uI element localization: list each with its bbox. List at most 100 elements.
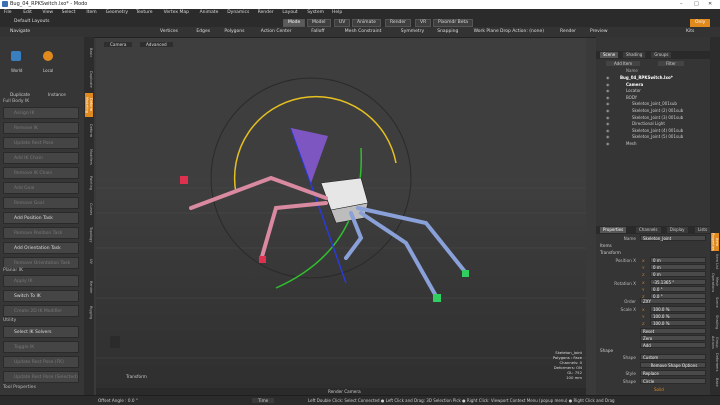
tool-remove-goal[interactable]: Remove Goal [3,197,79,209]
visibility-eye-icon[interactable]: ◉ [606,101,610,107]
visibility-eye-icon[interactable]: ◉ [606,108,610,114]
menu-item-system[interactable]: System [307,10,324,15]
vtab-painting[interactable]: Painting [85,171,93,195]
rotation-x-field[interactable]: -35.1365 ° [650,279,706,285]
tab-animate[interactable]: Animate [352,19,381,27]
menu-item-animate[interactable]: Animate [200,10,219,15]
visibility-eye-icon[interactable]: ◉ [606,75,610,81]
tool-add-position-task[interactable]: Add Position Task [3,212,79,224]
tool-add-goal[interactable]: Add Goal [3,182,79,194]
vtab-topology[interactable]: Topology [85,223,93,247]
close-button[interactable]: ✕ [708,1,712,7]
preview-button[interactable]: Preview [590,29,608,35]
position-x-field[interactable]: 0 m [650,257,706,263]
ik-goal-green-1[interactable] [462,270,469,277]
scene-tree-item[interactable]: Skeleton_Joint (2) 001sub ◉ [606,108,720,114]
scene-tab-shading[interactable]: Shading [623,52,646,58]
tool-select-ik-solvers[interactable]: Select IK Solvers [3,326,79,338]
scale-x-field[interactable]: 100.0 % [650,306,706,312]
visibility-eye-icon[interactable]: ◉ [606,128,610,134]
solid-checkbox[interactable]: Solid [654,387,664,392]
toolbar-edges[interactable]: Edges [196,29,210,35]
visibility-eye-icon[interactable]: ◉ [606,134,610,140]
prop-tab-lists[interactable]: Lists [695,227,711,233]
scale-z-field[interactable]: 100.0 % [650,320,706,326]
scene-tab-scene[interactable]: Scene [600,52,619,58]
transform-widget-icon[interactable] [110,336,120,348]
tab-mode[interactable]: Mode [283,19,306,27]
add-item-button[interactable]: Add Item [606,61,641,66]
menu-item-item[interactable]: Item [86,10,96,15]
tab-model[interactable]: Model [307,19,331,27]
vtab-deform-modeling[interactable]: Deform Modeling [85,93,93,117]
order-select[interactable]: ZXY [640,298,706,304]
shape-select[interactable]: Custom [640,354,706,360]
prop-tab-display[interactable]: Display [666,227,688,233]
menu-item-layout[interactable]: Layout [282,10,297,15]
scene-tree-item[interactable]: Camera ◉ [606,82,720,88]
name-field[interactable]: Skeleton_Joint [640,235,706,241]
toolbar-snapping[interactable]: Snapping [437,29,458,35]
tab-render[interactable]: Render [385,19,412,27]
menu-item-render[interactable]: Render [258,10,274,15]
vtab-uv[interactable]: UV [85,249,93,273]
camera-select[interactable]: Camera [104,42,133,47]
scene-tree-item[interactable]: Skeleton_Joint_001sub ◉ [606,101,720,107]
only-button[interactable]: Only [690,19,711,27]
position-z-field[interactable]: 0 m [650,271,706,277]
scene-tree-item[interactable]: Bug_04_RPKSwitch.lxo* ◉ [606,75,720,81]
add-button[interactable]: Add [640,342,706,348]
instance-toggle[interactable]: Instance [48,92,66,97]
vtab-modifiers[interactable]: Modifiers [85,145,93,169]
prop-tab-properties[interactable]: Properties [600,227,627,233]
filter-button[interactable]: Filter [658,61,684,66]
right-vtab-item-properties[interactable]: Item Properties [711,233,719,251]
reset-button[interactable]: Reset [640,328,706,334]
ik-goal-red-1[interactable] [180,176,188,184]
scene-tree-item[interactable]: Directional Light ◉ [606,121,720,127]
scene-tab-groups[interactable]: Groups [651,52,672,58]
vtab-rigging[interactable]: Rigging [85,301,93,325]
right-vtab-shading[interactable]: Shading [711,313,719,331]
zero-button[interactable]: Zero [640,335,706,341]
scene-tree-item[interactable]: BODY ◉ [606,95,720,101]
tab-vr[interactable]: VR [415,19,432,27]
navigate-button[interactable]: Navigate [10,29,30,35]
menu-item-edit[interactable]: Edit [23,10,32,15]
tool-remove-ik-chain[interactable]: Remove IK Chain [3,167,79,179]
ik-goal-red-2[interactable] [259,256,266,263]
tool-add-orientation-task[interactable]: Add Orientation Task [3,242,79,254]
menu-item-help[interactable]: Help [332,10,342,15]
drop-action-select[interactable]: Drop Action: (none) [500,29,544,35]
kits-button[interactable]: Kits [686,29,694,35]
maximize-button[interactable]: □ [694,1,699,7]
visibility-eye-icon[interactable]: ◉ [606,141,610,147]
right-vtab-bake[interactable]: Bake [711,373,719,391]
right-vtab-mesh-operations[interactable]: Mesh Operations [711,273,719,292]
position-y-field[interactable]: 0 m [650,264,706,270]
menu-item-select[interactable]: Select [62,10,76,15]
layout-selector[interactable]: Default Layouts [14,19,50,24]
scene-tree-item[interactable]: Skeleton_Joint (5) 001sub ◉ [606,134,720,140]
viewport-canvas[interactable] [96,38,586,388]
vtab-basic[interactable]: Basic [85,41,93,65]
scale-y-field[interactable]: 100.0 % [650,313,706,319]
tab-pixomdr-beta[interactable]: Pixomdr Beta [433,19,474,27]
menu-item-view[interactable]: View [42,10,53,15]
right-vtab-item-list[interactable]: Item List [711,253,719,271]
style-select[interactable]: Replace [640,370,706,376]
ik-goal-green-2[interactable] [433,294,441,302]
visibility-eye-icon[interactable]: ◉ [606,121,610,127]
tool-update-rest-pose-selected-[interactable]: Update Rest Pose (Selected) [3,371,79,383]
right-vtab-group-actions[interactable]: Group Actions [711,333,719,351]
remove-shape-options-button[interactable]: Remove Shape Options [640,362,706,368]
tool-switch-to-ik[interactable]: Switch To IK [3,290,79,302]
time-toggle[interactable]: Time [252,398,275,403]
toolbar-work-plane[interactable]: Work Plane [474,29,499,35]
tool-apply-ik[interactable]: Apply IK [3,275,79,287]
minimize-button[interactable]: – [680,1,683,7]
vtab-deform[interactable]: Deform [85,119,93,143]
local-transform-icon[interactable] [43,51,53,61]
shading-select[interactable]: Advanced [140,42,173,47]
visibility-eye-icon[interactable]: ◉ [606,82,610,88]
